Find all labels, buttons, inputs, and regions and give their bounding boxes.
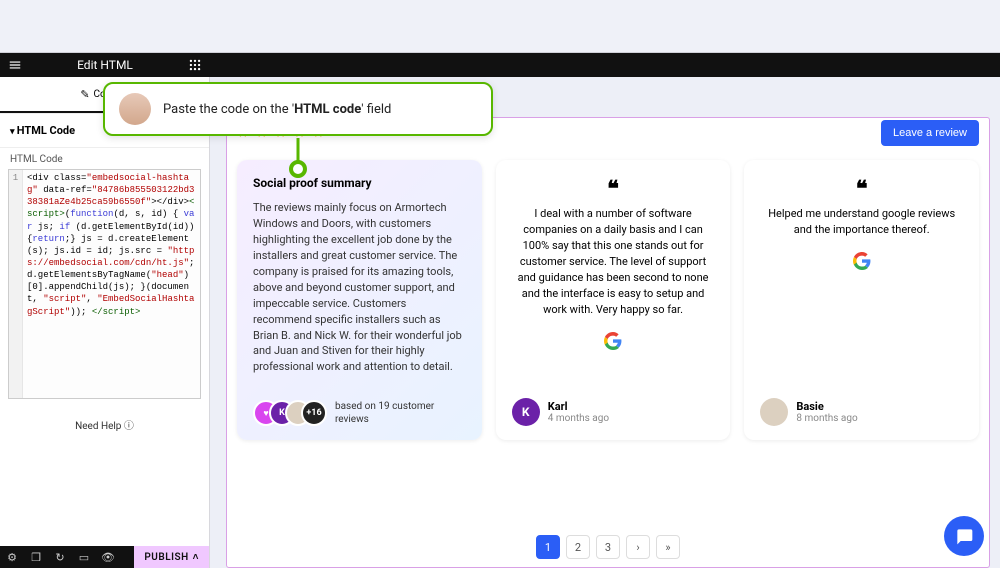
- reviewer-time: 8 months ago: [796, 413, 857, 424]
- summary-based-on: based on 19 customer reviews: [335, 400, 466, 426]
- chat-fab[interactable]: [944, 516, 984, 556]
- history-icon[interactable]: ↻: [48, 551, 72, 564]
- chevron-up-icon: ˄: [193, 552, 199, 563]
- leave-review-button[interactable]: Leave a review: [881, 120, 979, 146]
- code-gutter: 1: [9, 170, 23, 398]
- instructor-avatar: [119, 93, 151, 125]
- window-titlebar: Edit HTML: [0, 53, 1000, 77]
- field-label-html-code: HTML Code: [0, 148, 209, 169]
- publish-button[interactable]: PUBLISH ˄: [134, 546, 209, 568]
- page-button[interactable]: 3: [596, 535, 620, 559]
- left-panel: ✎ Content HTML Code HTML Code 1 <div cla…: [0, 77, 210, 568]
- review-card: ❝ Helped me understand google reviews an…: [744, 160, 979, 440]
- review-text: Helped me understand google reviews and …: [760, 206, 963, 238]
- page-button[interactable]: 1: [536, 535, 560, 559]
- window-title: Edit HTML: [30, 58, 180, 72]
- reviewer-avatar: [760, 398, 788, 426]
- page-next-button[interactable]: ›: [626, 535, 650, 559]
- instruction-callout: Paste the code on the 'HTML code' field: [103, 82, 493, 136]
- avatar-more: +16: [301, 400, 327, 426]
- summary-card: Social proof summary The reviews mainly …: [237, 160, 482, 440]
- eye-icon[interactable]: 👁: [96, 551, 120, 564]
- page-button[interactable]: 2: [566, 535, 590, 559]
- pagination: 1 2 3 › »: [536, 535, 680, 559]
- summary-title: Social proof summary: [253, 176, 466, 190]
- google-icon: [853, 252, 871, 270]
- avatar-stack: ♥ K +16: [253, 400, 327, 426]
- callout-text: Paste the code on the 'HTML code' field: [163, 102, 391, 117]
- reviewer-avatar: K: [512, 398, 540, 426]
- device-icon[interactable]: ▭: [72, 551, 96, 564]
- reviewer-name: Karl: [548, 400, 609, 413]
- cards-row: Social proof summary The reviews mainly …: [237, 160, 979, 440]
- callout-pointer-dot: [289, 160, 307, 178]
- google-icon: [604, 332, 622, 350]
- layers-icon[interactable]: ❒: [24, 551, 48, 564]
- preview-area: ★ ★ ★ ★ ★ Leave a review Social proof su…: [210, 77, 1000, 568]
- help-icon: ⓘ: [124, 421, 134, 432]
- page-last-button[interactable]: »: [656, 535, 680, 559]
- reviewer-name: Basie: [796, 400, 857, 413]
- review-card: ❝ I deal with a number of software compa…: [496, 160, 731, 440]
- need-help-link[interactable]: Need Help ⓘ: [0, 399, 209, 450]
- hamburger-menu-icon[interactable]: [0, 58, 30, 73]
- bottom-toolbar: ⚙ ❒ ↻ ▭ 👁 PUBLISH ˄: [0, 546, 209, 568]
- apps-grid-icon[interactable]: [180, 58, 210, 73]
- html-code-input[interactable]: 1 <div class="embedsocial-hashtag" data-…: [8, 169, 201, 399]
- preview-surface: ★ ★ ★ ★ ★ Leave a review Social proof su…: [226, 117, 990, 568]
- summary-body: The reviews mainly focus on Armortech Wi…: [253, 200, 466, 375]
- quote-icon: ❝: [512, 176, 715, 202]
- review-text: I deal with a number of software compani…: [512, 206, 715, 318]
- quote-icon: ❝: [760, 176, 963, 202]
- chat-icon: [954, 526, 974, 546]
- code-content[interactable]: <div class="embedsocial-hashtag" data-re…: [23, 170, 200, 398]
- pencil-icon: ✎: [80, 88, 89, 101]
- reviewer-time: 4 months ago: [548, 413, 609, 424]
- gear-icon[interactable]: ⚙: [0, 551, 24, 564]
